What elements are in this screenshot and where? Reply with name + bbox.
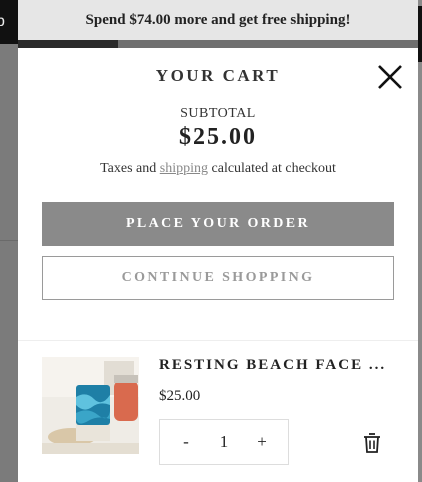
background-announcement-bar: p [0, 0, 18, 44]
free-shipping-banner: Spend $74.00 more and get free shipping! [18, 0, 418, 40]
cart-drawer: Spend $74.00 more and get free shipping!… [18, 0, 418, 482]
quantity-increase-button[interactable]: + [254, 432, 270, 452]
product-price: $25.00 [159, 388, 201, 404]
close-button[interactable] [376, 63, 404, 91]
product-image [42, 357, 139, 454]
shipping-progress-bar [18, 40, 418, 48]
cart-header: YOUR CART [18, 48, 418, 104]
background-strip-text: p [0, 13, 5, 30]
taxes-text-before: Taxes and [100, 161, 160, 176]
quantity-decrease-button[interactable]: - [178, 432, 194, 452]
taxes-text-after: calculated at checkout [208, 161, 336, 176]
cart-divider [18, 340, 418, 341]
trash-icon [364, 433, 380, 453]
free-shipping-text: Spend $74.00 more and get free shipping! [85, 11, 351, 28]
taxes-note: Taxes and shipping calculated at checkou… [18, 161, 418, 177]
subtotal-label: SUBTOTAL [180, 106, 256, 121]
place-order-button[interactable]: PLACE YOUR ORDER [42, 202, 394, 246]
shipping-link[interactable]: shipping [160, 161, 208, 176]
cart-line-item: RESTING BEACH FACE ... $25.00 - 1 + [42, 357, 394, 467]
close-icon [378, 65, 402, 89]
continue-shopping-button[interactable]: CONTINUE SHOPPING [42, 256, 394, 300]
remove-item-button[interactable] [362, 432, 382, 454]
background-right-bar [418, 6, 422, 62]
product-title[interactable]: RESTING BEACH FACE ... [159, 357, 389, 374]
background-right-edge [418, 0, 422, 482]
quantity-value[interactable]: 1 [220, 432, 229, 452]
shipping-progress-fill [18, 40, 118, 48]
subtotal-value: $25.00 [179, 124, 257, 150]
background-divider [0, 240, 18, 241]
quantity-stepper: - 1 + [159, 419, 289, 465]
cart-title: YOUR CART [155, 66, 281, 85]
product-thumbnail[interactable] [42, 357, 139, 454]
